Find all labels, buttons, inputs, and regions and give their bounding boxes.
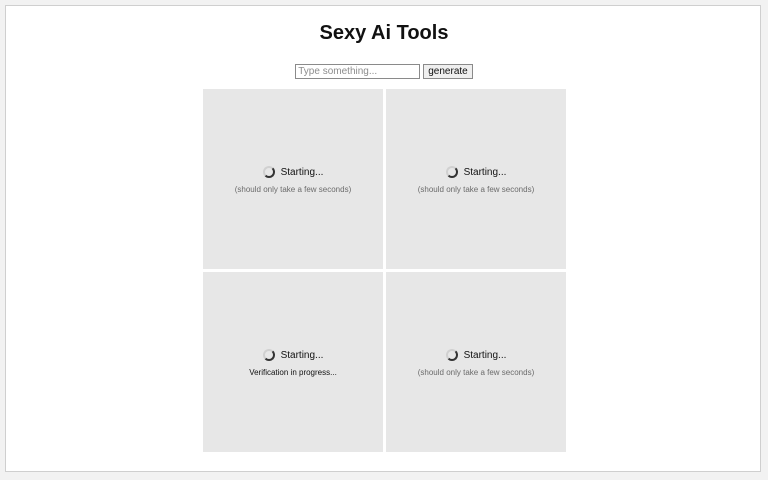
image-tile-4: Starting... (should only take a few seco… [386, 272, 566, 452]
tile-status: Starting... [386, 349, 566, 361]
app-frame: Sexy Ai Tools generate Starting... (shou… [5, 5, 761, 472]
prompt-form: generate [6, 64, 762, 79]
spinner-icon [262, 349, 275, 361]
image-tile-2: Starting... (should only take a few seco… [386, 89, 566, 269]
page-title: Sexy Ai Tools [319, 22, 449, 44]
tile-status: Starting... [386, 166, 566, 178]
spinner-icon [445, 166, 458, 178]
prompt-input[interactable] [295, 64, 421, 79]
image-tile-3: Starting... Verification in progress... [203, 272, 383, 452]
tile-note: (should only take a few seconds) [417, 185, 535, 194]
spinner-icon [445, 349, 458, 361]
tile-status-label: Starting... [280, 166, 324, 178]
image-tile-1: Starting... (should only take a few seco… [203, 89, 383, 269]
tile-note: (should only take a few seconds) [417, 368, 535, 377]
tile-status-label: Starting... [463, 166, 507, 178]
tile-note: (should only take a few seconds) [234, 185, 352, 194]
spinner-icon [262, 166, 275, 178]
tile-status-label: Starting... [280, 349, 324, 361]
image-grid: Starting... (should only take a few seco… [203, 89, 566, 452]
tile-verification-note: Verification in progress... [249, 368, 337, 377]
tile-status-label: Starting... [463, 349, 507, 361]
tile-status: Starting... [203, 349, 383, 361]
tile-status: Starting... [203, 166, 383, 178]
generate-button[interactable]: generate [423, 64, 473, 79]
